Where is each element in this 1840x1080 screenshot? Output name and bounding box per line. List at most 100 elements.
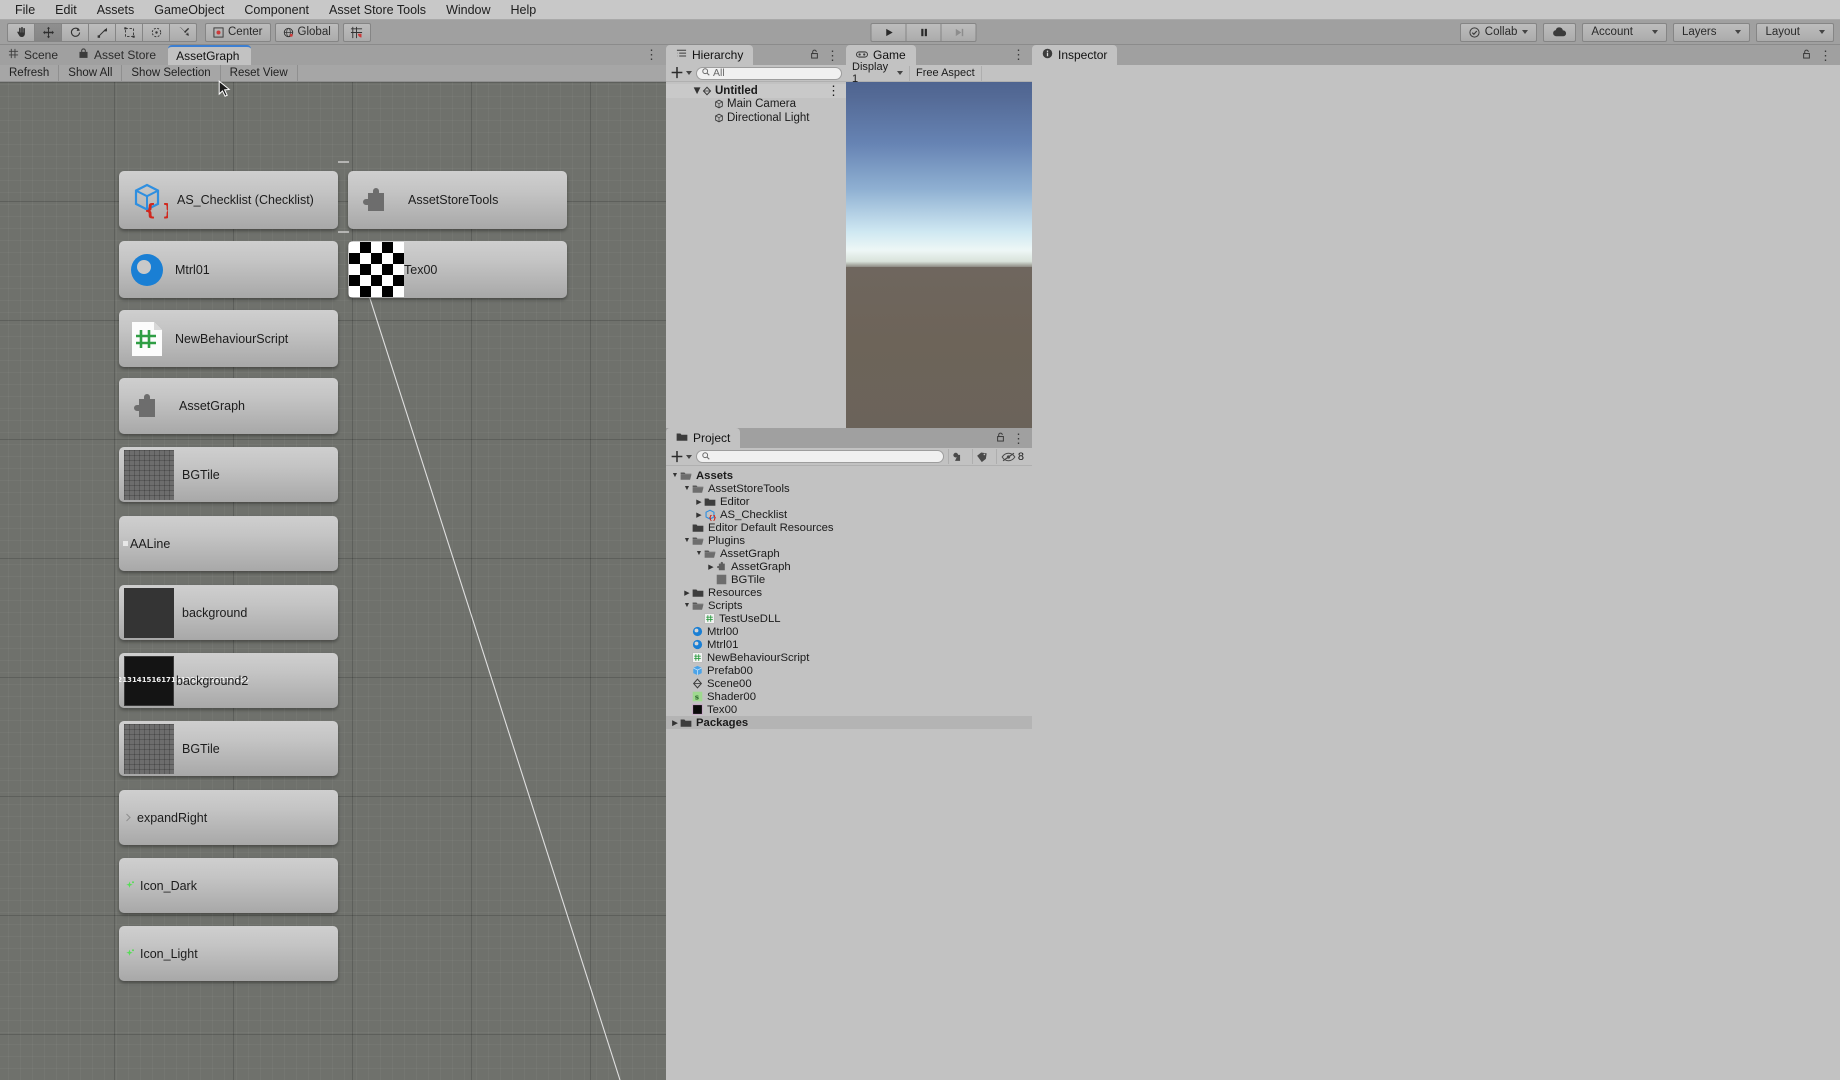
layout-button[interactable]: Layout — [1756, 22, 1834, 42]
graph-node[interactable]: BGTile — [119, 721, 338, 776]
hierarchy-options-kebab-icon[interactable]: ⋮ — [826, 49, 839, 62]
hierarchy-lock-icon[interactable] — [810, 48, 819, 62]
pivot-mode-button[interactable]: Center — [205, 22, 271, 42]
inspector-panel[interactable] — [1032, 65, 1840, 1080]
tab-project[interactable]: Project — [666, 428, 741, 448]
transform-tool-button[interactable] — [142, 22, 170, 42]
hidden-assets-button[interactable]: 8 — [995, 449, 1028, 464]
twisty-open-icon[interactable]: ▼ — [682, 602, 692, 609]
filter-by-label-button[interactable] — [971, 449, 992, 464]
handle-mode-button[interactable]: Global — [274, 22, 339, 42]
graph-node[interactable]: NewBehaviourScript — [119, 310, 338, 367]
graph-node[interactable]: { } AS_Checklist (Checklist) — [119, 171, 338, 229]
menu-item-edit[interactable]: Edit — [45, 1, 87, 19]
twisty-open-icon[interactable]: ▼ — [694, 550, 704, 557]
project-tree-row[interactable]: s Shader00 — [666, 690, 1032, 703]
project-tree-row[interactable]: TestUseDLL — [666, 612, 1032, 625]
step-button[interactable] — [940, 22, 977, 42]
project-tree-row[interactable]: ▼ Scripts — [666, 599, 1032, 612]
menu-item-asset-store-tools[interactable]: Asset Store Tools — [319, 1, 436, 19]
layers-button[interactable]: Layers — [1672, 22, 1751, 42]
project-tree-row[interactable]: Mtrl00 — [666, 625, 1032, 638]
twisty-closed-icon[interactable]: ▶ — [694, 498, 704, 506]
project-tree-row[interactable]: BGTile — [666, 573, 1032, 586]
refresh-button[interactable]: Refresh — [0, 65, 60, 81]
graph-node[interactable]: expandRight — [119, 790, 338, 845]
graph-node[interactable]: 1234567891011121314151617181920212223242… — [119, 653, 338, 708]
twisty-open-icon[interactable]: ▼ — [682, 485, 692, 492]
collab-button[interactable]: Collab — [1459, 22, 1538, 42]
project-tree-row[interactable]: Scene00 — [666, 677, 1032, 690]
create-gameobject-button[interactable]: ＋ — [670, 66, 692, 80]
reset-view-button[interactable]: Reset View — [220, 65, 298, 81]
project-options-kebab-icon[interactable]: ⋮ — [1012, 432, 1025, 445]
project-tree-row[interactable]: Tex00 — [666, 703, 1032, 716]
tab-hierarchy[interactable]: Hierarchy — [666, 45, 754, 65]
twisty-open-icon[interactable]: ▼ — [682, 537, 692, 544]
project-tree-row[interactable]: Prefab00 — [666, 664, 1032, 677]
project-tree-row[interactable]: ▶ Packages — [666, 716, 1032, 729]
hierarchy-item-main-camera[interactable]: Main Camera — [666, 98, 846, 112]
project-tree-row[interactable]: Mtrl01 — [666, 638, 1032, 651]
hierarchy-item-directional-light[interactable]: Directional Light — [666, 111, 846, 125]
project-tree-row[interactable]: ▶ {} AS_Checklist — [666, 508, 1032, 521]
pause-button[interactable] — [905, 22, 942, 42]
hierarchy-search-input[interactable]: All — [696, 66, 842, 80]
project-tree-row[interactable]: ▼ AssetStoreTools — [666, 482, 1032, 495]
filter-by-type-button[interactable] — [947, 449, 968, 464]
twisty-open-icon[interactable]: ▼ — [691, 85, 702, 97]
menu-item-file[interactable]: File — [5, 1, 45, 19]
rect-tool-button[interactable] — [115, 22, 143, 42]
game-options-kebab-icon[interactable]: ⋮ — [1012, 47, 1025, 62]
project-tree-row[interactable]: ▶ Editor — [666, 495, 1032, 508]
menu-item-window[interactable]: Window — [436, 1, 500, 19]
inspector-lock-icon[interactable] — [1802, 48, 1811, 62]
project-tree-row[interactable]: ▼ AssetGraph — [666, 547, 1032, 560]
create-asset-button[interactable]: ＋ — [670, 450, 692, 464]
account-button[interactable]: Account — [1582, 22, 1667, 42]
project-tree-row[interactable]: ▼ Assets — [666, 469, 1032, 482]
tab-assetgraph[interactable]: AssetGraph — [168, 45, 252, 65]
twisty-closed-icon[interactable]: ▶ — [670, 719, 680, 727]
rotate-tool-button[interactable] — [61, 22, 89, 42]
tab-inspector[interactable]: Inspector — [1032, 45, 1118, 65]
move-tool-button[interactable] — [34, 22, 62, 42]
custom-tool-button[interactable] — [169, 22, 197, 42]
graph-node[interactable]: Icon_Dark — [119, 858, 338, 913]
menu-item-gameobject[interactable]: GameObject — [144, 1, 234, 19]
project-tree-row[interactable]: Editor Default Resources — [666, 521, 1032, 534]
graph-node[interactable]: Tex00 — [348, 241, 567, 298]
pane-options-kebab-icon[interactable]: ⋮ — [645, 48, 658, 65]
twisty-closed-icon[interactable]: ▶ — [682, 589, 692, 597]
graph-node[interactable]: background — [119, 585, 338, 640]
menu-item-component[interactable]: Component — [234, 1, 319, 19]
twisty-closed-icon[interactable]: ▶ — [694, 511, 704, 519]
project-tree-row[interactable]: ▶ Resources — [666, 586, 1032, 599]
graph-node[interactable]: BGTile — [119, 447, 338, 502]
show-all-button[interactable]: Show All — [59, 65, 123, 81]
graph-node[interactable]: AALine — [119, 516, 338, 571]
project-search-input[interactable] — [696, 450, 944, 463]
aspect-dropdown[interactable]: Free Aspect — [910, 65, 982, 81]
project-tree-row[interactable]: ▼ Plugins — [666, 534, 1032, 547]
hand-tool-button[interactable] — [7, 22, 35, 42]
twisty-closed-icon[interactable]: ▶ — [706, 563, 716, 571]
play-button[interactable] — [870, 22, 907, 42]
cloud-button[interactable] — [1543, 22, 1577, 42]
tab-scene[interactable]: Scene — [0, 45, 70, 65]
tab-asset-store[interactable]: Asset Store — [70, 45, 168, 65]
project-tree-row[interactable]: ▶ AssetGraph — [666, 560, 1032, 573]
graph-node[interactable]: AssetStoreTools — [348, 171, 567, 229]
inspector-options-kebab-icon[interactable]: ⋮ — [1819, 49, 1832, 62]
twisty-open-icon[interactable]: ▼ — [670, 472, 680, 479]
hierarchy-row-kebab-icon[interactable]: ⋮ — [827, 84, 846, 97]
show-selection-button[interactable]: Show Selection — [122, 65, 221, 81]
scale-tool-button[interactable] — [88, 22, 116, 42]
grid-snap-button[interactable] — [342, 22, 371, 42]
graph-canvas[interactable]: { } AS_Checklist (Checklist) AssetStoreT… — [0, 82, 666, 1080]
menu-item-assets[interactable]: Assets — [87, 1, 145, 19]
project-lock-icon[interactable] — [996, 431, 1005, 445]
game-viewport[interactable] — [846, 82, 1032, 428]
display-dropdown[interactable]: Display 1 — [846, 61, 910, 85]
graph-node[interactable]: Icon_Light — [119, 926, 338, 981]
